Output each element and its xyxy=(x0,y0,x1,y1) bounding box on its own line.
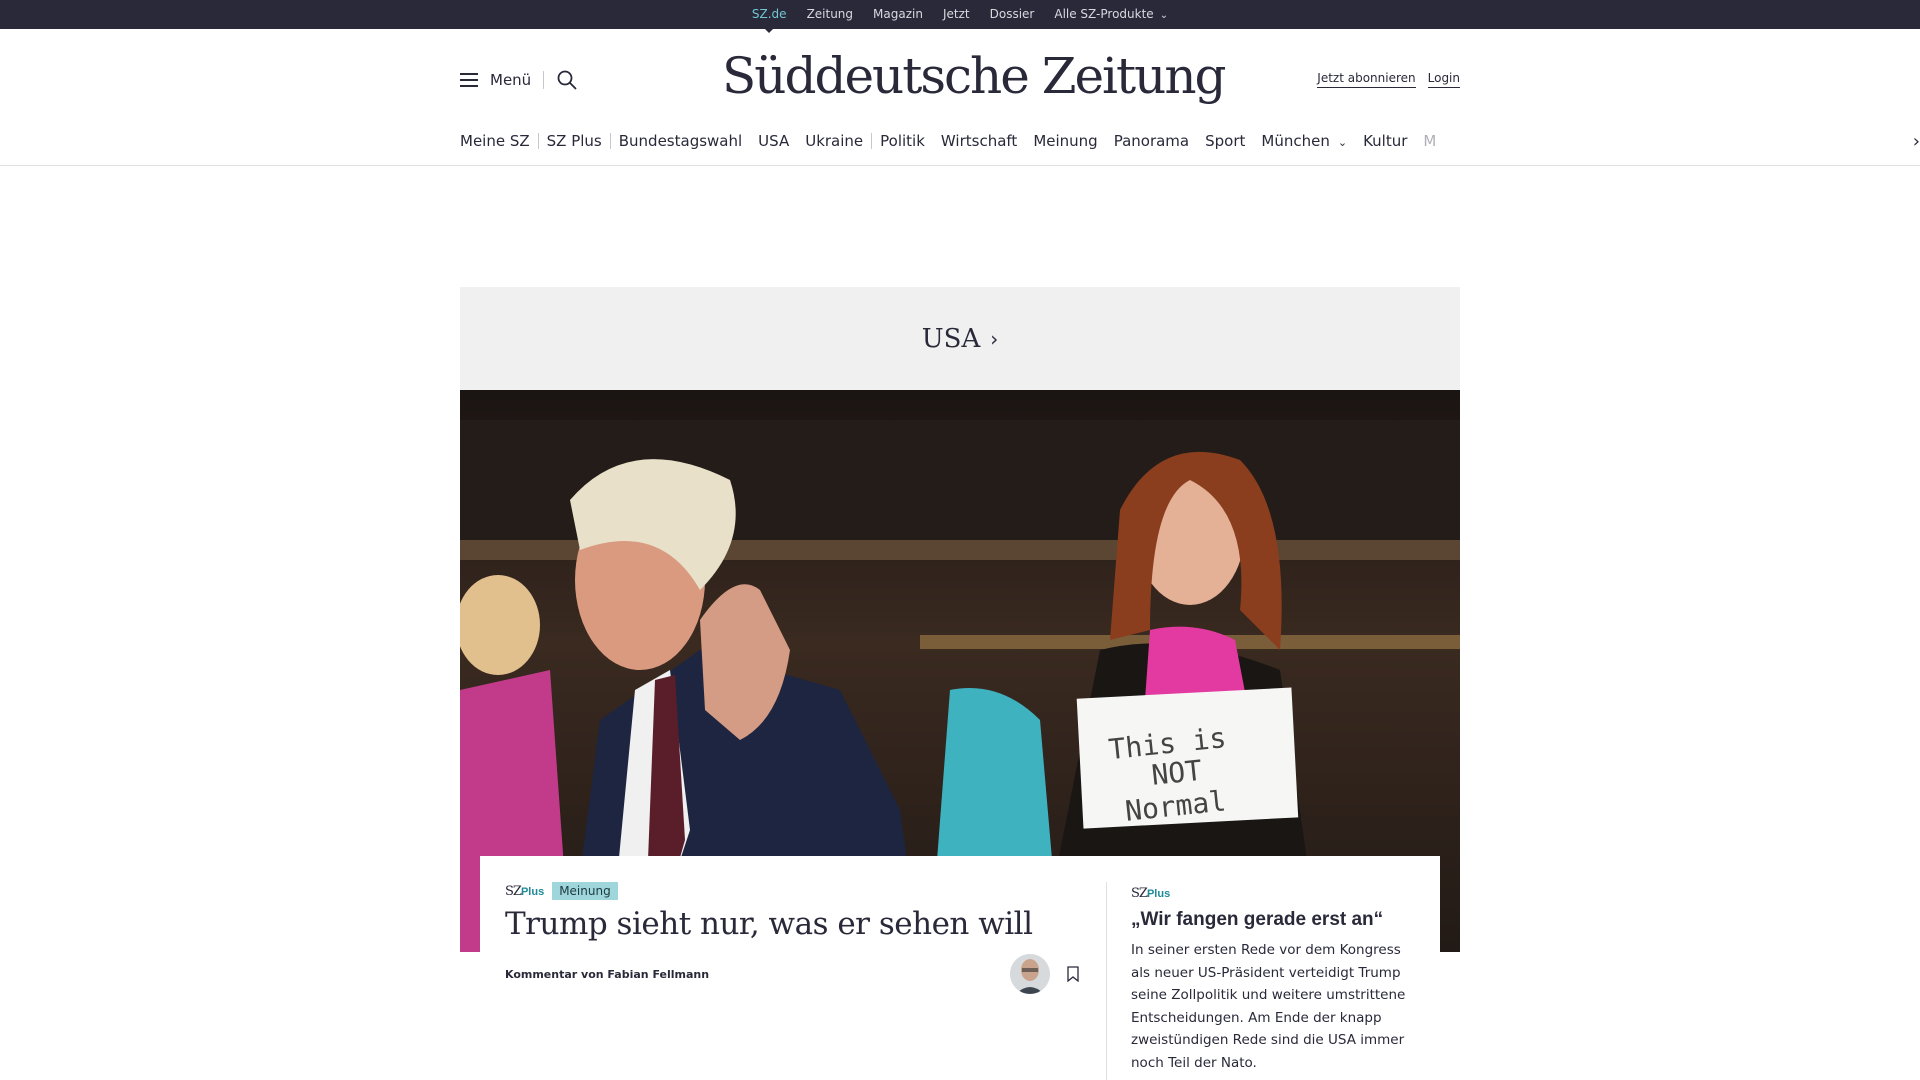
sz-plus-badge: SZPlus xyxy=(1131,886,1170,901)
sz-plus-badge-sz: SZ xyxy=(505,883,522,899)
chevron-right-icon: › xyxy=(1912,130,1920,152)
teaser-headline[interactable]: Trump sieht nur, was er sehen will xyxy=(505,906,1065,942)
search-icon[interactable] xyxy=(556,69,578,91)
subscribe-link[interactable]: Jetzt abonnieren xyxy=(1317,71,1416,88)
teaser-badges: SZPlus Meinung xyxy=(505,882,1065,900)
author-avatar xyxy=(1010,954,1050,994)
main-nav: Meine SZ SZ Plus Bundestagswahl USA Ukra… xyxy=(460,126,1460,156)
topbar-link-jetzt[interactable]: Jetzt xyxy=(933,0,980,29)
nav-item-politik[interactable]: Politik xyxy=(872,132,933,150)
nav-item-panorama[interactable]: Panorama xyxy=(1106,132,1197,150)
sign-text-line2: NOT xyxy=(1150,754,1204,792)
menu-button[interactable]: Menü xyxy=(460,69,578,91)
sz-logo[interactable]: Süddeutsche Zeitung xyxy=(722,47,1227,105)
teaser-byline: Kommentar von Fabian Fellmann xyxy=(505,968,710,981)
chevron-right-icon: › xyxy=(990,326,999,351)
nav-item-bundestagswahl[interactable]: Bundestagswahl xyxy=(611,132,750,150)
sz-plus-badge-sz: SZ xyxy=(1131,886,1148,901)
top-bar: SZ.de Zeitung Magazin Jetzt Dossier Alle… xyxy=(0,0,1920,33)
header-divider xyxy=(0,165,1920,166)
chevron-down-icon: ⌄ xyxy=(1159,9,1169,21)
nav-item-sport[interactable]: Sport xyxy=(1197,132,1253,150)
topbar-link-magazin[interactable]: Magazin xyxy=(863,0,933,29)
nav-item-ukraine[interactable]: Ukraine xyxy=(797,132,871,150)
nav-scroll-right-button[interactable]: › xyxy=(1890,126,1920,156)
nav-item-muenchen-label: München xyxy=(1261,132,1330,150)
topbar-link-zeitung[interactable]: Zeitung xyxy=(797,0,863,29)
sz-plus-badge-plus: Plus xyxy=(520,885,545,898)
main-teaser[interactable]: SZPlus Meinung Trump sieht nur, was er s… xyxy=(505,882,1065,942)
secondary-teaser-title[interactable]: „Wir fangen gerade erst an“ xyxy=(1131,909,1421,931)
login-link[interactable]: Login xyxy=(1427,71,1460,88)
bookmark-icon[interactable] xyxy=(1066,966,1080,982)
nav-item-kultur[interactable]: Kultur xyxy=(1355,132,1415,150)
chevron-down-icon: ⌄ xyxy=(1337,136,1348,149)
section-title: USA xyxy=(921,323,981,354)
nav-item-sz-plus[interactable]: SZ Plus xyxy=(539,132,610,150)
site-header: Menü Süddeutsche Zeitung Jetzt abonniere… xyxy=(460,29,1460,139)
topbar-link-alle-produkte[interactable]: Alle SZ-Produkte ⌄ xyxy=(1044,0,1178,30)
secondary-teaser-text: In seiner ersten Rede vor dem Kongress a… xyxy=(1131,942,1406,1071)
article-teaser-card: SZPlus Meinung Trump sieht nur, was er s… xyxy=(480,856,1440,1080)
nav-item-meinung[interactable]: Meinung xyxy=(1025,132,1105,150)
nav-item-more[interactable]: M xyxy=(1415,132,1444,150)
menu-label: Menü xyxy=(490,71,532,89)
section-header-usa[interactable]: USA › xyxy=(460,287,1460,390)
sz-plus-badge: SZPlus xyxy=(505,884,544,899)
topbar-link-alle-produkte-label: Alle SZ-Produkte xyxy=(1054,6,1154,21)
auth-links: Jetzt abonnieren Login xyxy=(1317,71,1460,88)
category-tag: Meinung xyxy=(552,882,618,900)
nav-item-wirtschaft[interactable]: Wirtschaft xyxy=(933,132,1025,150)
secondary-teaser[interactable]: SZPlus „Wir fangen gerade erst an“ In se… xyxy=(1131,882,1421,1074)
nav-item-usa[interactable]: USA xyxy=(750,132,797,150)
hamburger-icon xyxy=(460,73,478,87)
nav-item-muenchen[interactable]: München ⌄ xyxy=(1253,132,1355,150)
menu-divider xyxy=(543,71,545,89)
topbar-link-dossier[interactable]: Dossier xyxy=(980,0,1045,29)
nav-item-meine-sz[interactable]: Meine SZ xyxy=(460,132,538,150)
topbar-link-szde[interactable]: SZ.de xyxy=(742,0,797,33)
sz-plus-badge-plus: Plus xyxy=(1146,888,1171,900)
card-divider xyxy=(1106,882,1107,1080)
